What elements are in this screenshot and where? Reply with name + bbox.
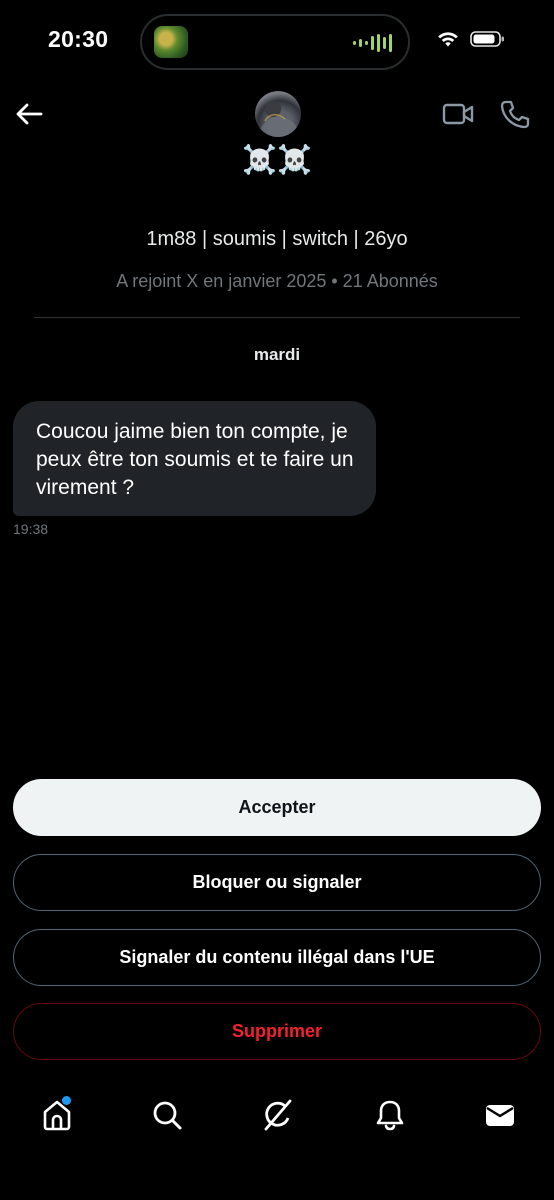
divider: [34, 317, 520, 318]
avatar[interactable]: [255, 91, 301, 137]
status-icons: [436, 30, 506, 48]
wifi-icon: [438, 32, 458, 47]
notifications-icon[interactable]: [373, 1098, 407, 1132]
messages-icon[interactable]: [483, 1098, 517, 1132]
accept-button[interactable]: Accepter: [13, 779, 541, 836]
battery-icon: [470, 31, 504, 47]
message-timestamp: 19:38: [13, 521, 49, 537]
video-call-icon[interactable]: [442, 100, 474, 128]
date-separator: mardi: [253, 345, 301, 364]
delete-button[interactable]: Supprimer: [13, 1003, 541, 1060]
audio-waveform-icon: [353, 33, 392, 53]
home-badge: [62, 1096, 71, 1105]
phone-call-icon[interactable]: [500, 99, 530, 129]
profile-bio: 1m88 | soumis | switch | 26yo: [146, 228, 408, 250]
block-or-report-button[interactable]: Bloquer ou signaler: [13, 854, 541, 911]
back-arrow-icon[interactable]: [14, 100, 44, 128]
grok-icon[interactable]: [261, 1098, 295, 1132]
profile-meta: A rejoint X en janvier 2025 • 21 Abonnés: [116, 271, 438, 291]
dm-request-screen: 20:30 ☠️☠️ 1m88 | soumis | switch | 26yo…: [0, 0, 554, 1200]
message-bubble[interactable]: Coucou jaime bien ton compte, je peux êt…: [13, 401, 376, 516]
report-illegal-content-button[interactable]: Signaler du contenu illégal dans l'UE: [13, 929, 541, 986]
now-playing-artwork: [154, 26, 188, 58]
status-time: 20:30: [48, 26, 109, 52]
profile-display-name: ☠️☠️: [242, 144, 312, 175]
dynamic-island[interactable]: [140, 14, 410, 70]
search-icon[interactable]: [150, 1098, 184, 1132]
